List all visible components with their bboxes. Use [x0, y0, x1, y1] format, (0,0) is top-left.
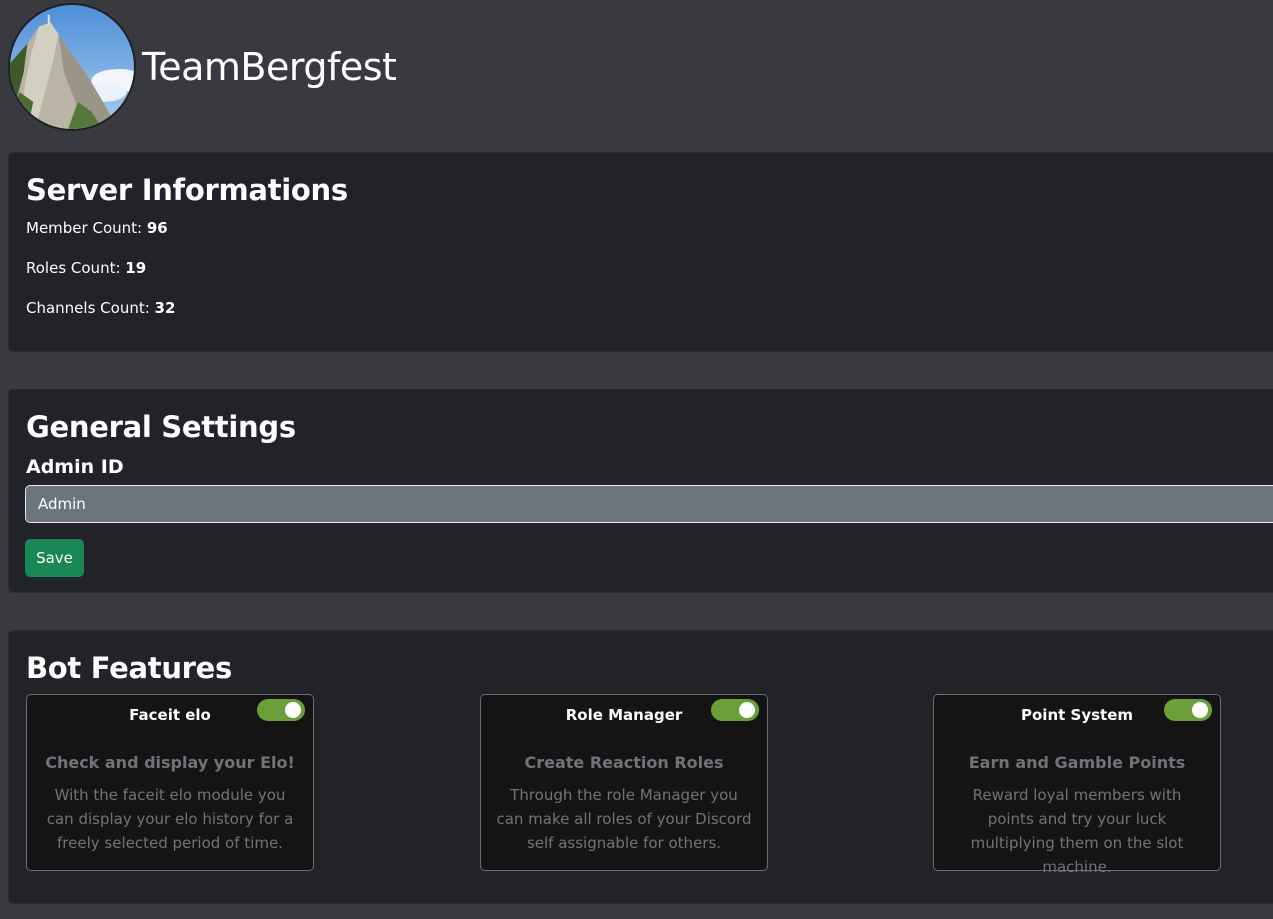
feature-card-role-manager: Role Manager Create Reaction Roles Throu…: [480, 694, 768, 871]
bot-features-card: Bot Features Faceit elo Check and displa…: [8, 630, 1273, 904]
toggle-knob: [739, 702, 755, 718]
feature-description: With the faceit elo module you can displ…: [46, 786, 294, 852]
feature-toggle-point-system[interactable]: [1164, 699, 1212, 721]
member-count-label: Member Count:: [26, 219, 147, 237]
server-name: TeamBergfest: [142, 45, 397, 89]
feature-title: Earn and Gamble Points: [968, 753, 1186, 772]
server-header: TeamBergfest: [8, 3, 397, 131]
roles-count-label: Roles Count:: [26, 259, 126, 277]
admin-id-input[interactable]: [25, 485, 1273, 523]
server-info-card: Server Informations Member Count: 96 Rol…: [8, 152, 1273, 352]
feature-description: Reward loyal members with points and try…: [970, 786, 1184, 876]
roles-count-value: 19: [125, 259, 147, 277]
feature-card-faceit-elo: Faceit elo Check and display your Elo! W…: [26, 694, 314, 871]
feature-title: Create Reaction Roles: [524, 753, 724, 772]
toggle-knob: [1192, 702, 1208, 718]
save-button[interactable]: Save: [25, 539, 84, 577]
toggle-knob: [285, 702, 301, 718]
general-settings-title: General Settings: [26, 410, 296, 444]
feature-toggle-role-manager[interactable]: [711, 699, 759, 721]
member-count: Member Count: 96: [26, 219, 168, 237]
feature-toggle-faceit-elo[interactable]: [257, 699, 305, 721]
roles-count: Roles Count: 19: [26, 259, 146, 277]
server-info-title: Server Informations: [26, 173, 348, 207]
admin-id-label: Admin ID: [26, 456, 124, 478]
general-settings-card: General Settings Admin ID Save: [8, 389, 1273, 593]
feature-card-point-system: Point System Earn and Gamble Points Rewa…: [933, 694, 1221, 876]
channels-count-label: Channels Count:: [26, 299, 155, 317]
bot-features-title: Bot Features: [26, 651, 232, 685]
server-avatar: [8, 3, 136, 131]
feature-description: Through the role Manager you can make al…: [496, 786, 752, 852]
channels-count: Channels Count: 32: [26, 299, 175, 317]
channels-count-value: 32: [154, 299, 176, 317]
feature-title: Check and display your Elo!: [45, 753, 295, 772]
member-count-value: 96: [146, 219, 168, 237]
